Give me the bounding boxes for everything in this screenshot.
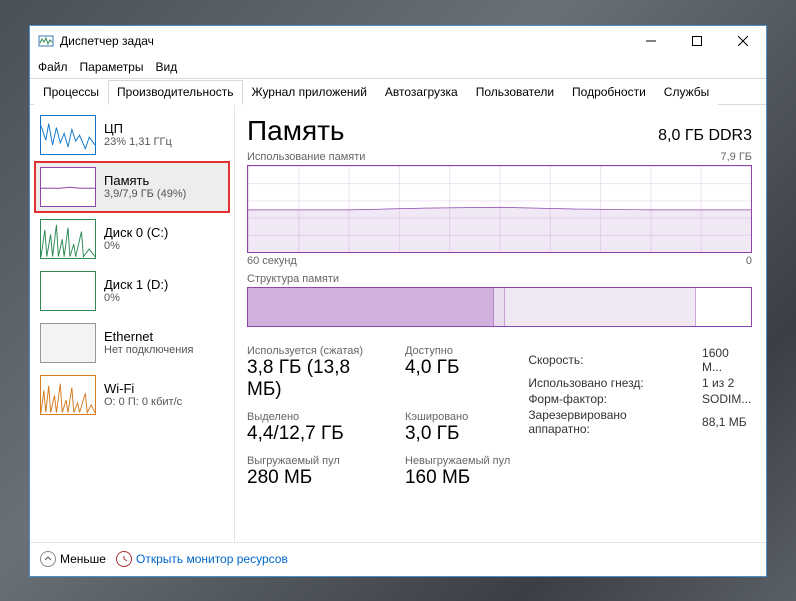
app-icon bbox=[38, 33, 54, 49]
main-panel: Память 8,0 ГБ DDR3 Использование памяти … bbox=[235, 105, 766, 542]
resmon-icon bbox=[116, 551, 132, 567]
wifi-thumb-icon bbox=[40, 375, 96, 415]
tab-services[interactable]: Службы bbox=[655, 80, 718, 105]
window-controls bbox=[628, 26, 766, 56]
stat-paged: Выгружаемый пул 280 МБ bbox=[247, 455, 381, 489]
open-resource-monitor-link[interactable]: Открыть монитор ресурсов bbox=[116, 551, 288, 567]
window-title: Диспетчер задач bbox=[60, 34, 154, 48]
memory-usage-chart[interactable] bbox=[247, 165, 752, 253]
sidebar-item-sub: 3,9/7,9 ГБ (49%) bbox=[104, 188, 186, 200]
stat-cached: Кэшировано 3,0 ГБ bbox=[405, 411, 510, 445]
menu-view[interactable]: Вид bbox=[155, 60, 177, 74]
sidebar-item-label: Память bbox=[104, 173, 186, 188]
sidebar-item-sub: Нет подключения bbox=[104, 344, 193, 356]
memory-details: Скорость:1600 М... Использовано гнезд:1 … bbox=[528, 345, 752, 489]
memory-usage-chart-block: Использование памяти 7,9 ГБ 60 секунд 0 bbox=[247, 151, 752, 267]
task-manager-window: Диспетчер задач Файл Параметры Вид Проце… bbox=[29, 25, 767, 577]
stat-available: Доступно 4,0 ГБ bbox=[405, 345, 510, 401]
cpu-thumb-icon bbox=[40, 115, 96, 155]
sidebar-item-memory[interactable]: Память 3,9/7,9 ГБ (49%) bbox=[34, 161, 230, 213]
sidebar-item-label: ЦП bbox=[104, 121, 172, 136]
chart-ymax: 7,9 ГБ bbox=[720, 151, 752, 163]
chevron-up-icon bbox=[40, 551, 56, 567]
disk-thumb-icon bbox=[40, 219, 96, 259]
tab-details[interactable]: Подробности bbox=[563, 80, 655, 105]
tabs: Процессы Производительность Журнал прило… bbox=[30, 78, 766, 105]
memory-composition-block: Структура памяти bbox=[247, 273, 752, 327]
sidebar-item-label: Ethernet bbox=[104, 329, 193, 344]
sidebar-item-disk1[interactable]: Диск 1 (D:) 0% bbox=[34, 265, 230, 317]
ethernet-thumb-icon bbox=[40, 323, 96, 363]
menu-options[interactable]: Параметры bbox=[80, 60, 144, 74]
sidebar-item-cpu[interactable]: ЦП 23% 1,31 ГГц bbox=[34, 109, 230, 161]
page-title: Память bbox=[247, 115, 345, 147]
minimize-button[interactable] bbox=[628, 26, 674, 56]
content: ЦП 23% 1,31 ГГц Память 3,9/7,9 ГБ (49%) bbox=[30, 105, 766, 542]
sidebar: ЦП 23% 1,31 ГГц Память 3,9/7,9 ГБ (49%) bbox=[30, 105, 235, 542]
seg-in-use bbox=[248, 288, 494, 326]
seg-free bbox=[696, 288, 751, 326]
stat-committed: Выделено 4,4/12,7 ГБ bbox=[247, 411, 381, 445]
tab-users[interactable]: Пользователи bbox=[467, 80, 563, 105]
composition-label: Структура памяти bbox=[247, 273, 339, 285]
sidebar-item-label: Диск 0 (C:) bbox=[104, 225, 168, 240]
sidebar-item-label: Wi-Fi bbox=[104, 381, 182, 396]
sidebar-item-sub: 0% bbox=[104, 292, 168, 304]
menubar: Файл Параметры Вид bbox=[30, 56, 766, 78]
chart-x-right: 0 bbox=[746, 255, 752, 267]
tab-processes[interactable]: Процессы bbox=[34, 80, 108, 105]
sidebar-item-sub: О: 0 П: 0 кбит/с bbox=[104, 396, 182, 408]
sidebar-item-label: Диск 1 (D:) bbox=[104, 277, 168, 292]
memory-thumb-icon bbox=[40, 167, 96, 207]
chart-label: Использование памяти bbox=[247, 151, 365, 163]
disk-thumb-icon bbox=[40, 271, 96, 311]
sidebar-item-ethernet[interactable]: Ethernet Нет подключения bbox=[34, 317, 230, 369]
seg-standby bbox=[505, 288, 696, 326]
sidebar-item-sub: 23% 1,31 ГГц bbox=[104, 136, 172, 148]
tab-app-history[interactable]: Журнал приложений bbox=[243, 80, 376, 105]
tab-startup[interactable]: Автозагрузка bbox=[376, 80, 467, 105]
menu-file[interactable]: Файл bbox=[38, 60, 68, 74]
fewer-details-button[interactable]: Меньше bbox=[40, 551, 106, 567]
memory-stats: Используется (сжатая) 3,8 ГБ (13,8 МБ) Д… bbox=[247, 345, 752, 489]
chart-x-left: 60 секунд bbox=[247, 255, 297, 267]
sidebar-item-wifi[interactable]: Wi-Fi О: 0 П: 0 кбит/с bbox=[34, 369, 230, 421]
close-button[interactable] bbox=[720, 26, 766, 56]
memory-composition-bar[interactable] bbox=[247, 287, 752, 327]
sidebar-item-sub: 0% bbox=[104, 240, 168, 252]
tab-performance[interactable]: Производительность bbox=[108, 80, 242, 105]
maximize-button[interactable] bbox=[674, 26, 720, 56]
seg-modified bbox=[494, 288, 504, 326]
stat-in-use: Используется (сжатая) 3,8 ГБ (13,8 МБ) bbox=[247, 345, 381, 401]
sidebar-item-disk0[interactable]: Диск 0 (C:) 0% bbox=[34, 213, 230, 265]
titlebar[interactable]: Диспетчер задач bbox=[30, 26, 766, 56]
footer: Меньше Открыть монитор ресурсов bbox=[30, 542, 766, 576]
memory-capacity: 8,0 ГБ DDR3 bbox=[658, 127, 752, 145]
stat-nonpaged: Невыгружаемый пул 160 МБ bbox=[405, 455, 510, 489]
